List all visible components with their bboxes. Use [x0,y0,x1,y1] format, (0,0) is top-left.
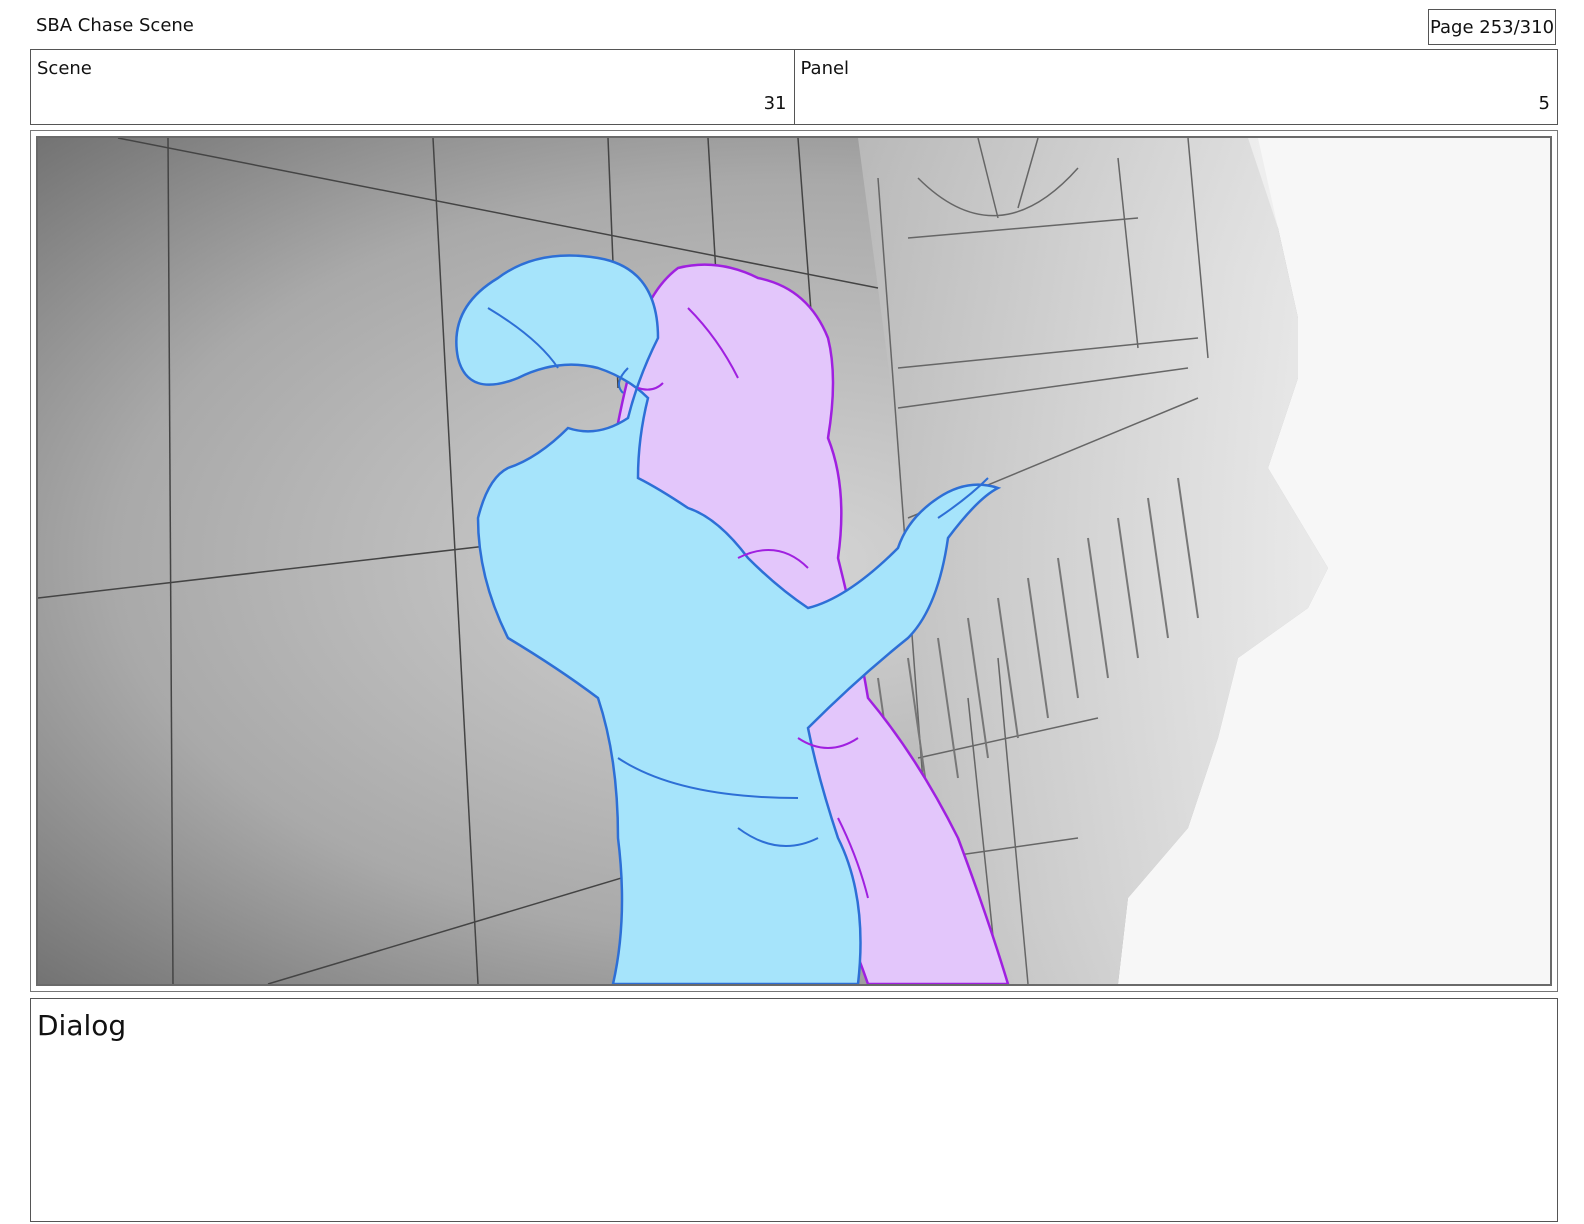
document-title: SBA Chase Scene [36,15,194,36]
storyboard-frame [30,130,1558,992]
dialog-box: Dialog [30,998,1558,1222]
panel-cell: Panel 5 [793,50,1558,124]
scene-cell: Scene 31 [31,50,794,124]
page-indicator: Page 253/310 [1428,9,1556,45]
panel-label: Panel [800,58,850,79]
scene-label: Scene [37,58,92,79]
storyboard-drawing [38,138,1550,984]
storyboard-image [36,136,1552,986]
panel-number: 5 [1538,93,1550,114]
scene-panel-info: Scene 31 Panel 5 [30,49,1558,125]
scene-number: 31 [763,93,787,114]
dialog-label: Dialog [37,1009,127,1042]
page-indicator-text: Page 253/310 [1429,16,1555,38]
